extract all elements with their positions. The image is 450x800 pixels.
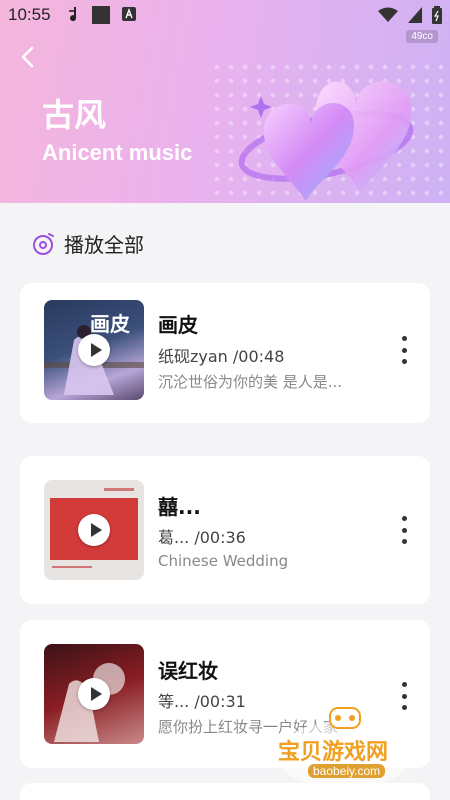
- signal-icon: [408, 7, 422, 28]
- more-options-button[interactable]: [400, 516, 408, 544]
- wifi-icon: [378, 7, 398, 28]
- cover-title-text: 画皮: [90, 312, 130, 336]
- site-watermark: 宝贝游戏网 baobeiy.com: [272, 700, 422, 790]
- page-title: 古风: [42, 96, 107, 134]
- header-banner: 10:55 49co 古风 Anicent music: [0, 0, 450, 203]
- text-a-icon: [122, 6, 136, 26]
- song-lyric: 沉沦世俗为你的美 是人是...: [158, 373, 343, 391]
- page-subtitle: Anicent music: [42, 140, 193, 165]
- play-button[interactable]: [78, 334, 110, 366]
- song-cover: 画皮: [44, 300, 144, 400]
- status-bar: 10:55: [0, 0, 450, 30]
- status-time: 10:55: [8, 5, 51, 24]
- song-title: 囍...: [158, 495, 201, 519]
- dot-icon: [401, 527, 407, 533]
- dot-icon: [401, 347, 407, 353]
- song-card[interactable]: 囍... 葛... /00:36 Chinese Wedding: [20, 456, 430, 604]
- song-meta: 等... /00:31: [158, 692, 246, 711]
- song-description: Chinese Wedding: [158, 552, 289, 570]
- play-all-button[interactable]: 播放全部: [32, 229, 144, 258]
- chevron-left-icon: [21, 46, 34, 68]
- watermark-text: 宝贝游戏网: [278, 740, 389, 765]
- more-options-button[interactable]: [400, 336, 408, 364]
- song-cover: [44, 480, 144, 580]
- dot-icon: [401, 539, 407, 544]
- dot-icon: [401, 359, 407, 364]
- song-title: 误红妆: [158, 659, 218, 683]
- song-meta: 葛... /00:36: [158, 528, 246, 547]
- play-all-label: 播放全部: [64, 233, 144, 257]
- song-title: 画皮: [158, 313, 198, 337]
- hearts-illustration: [238, 81, 414, 201]
- music-note-icon: [66, 6, 82, 29]
- watermark-url: baobeiy.com: [308, 764, 386, 778]
- disc-play-icon: [33, 232, 54, 255]
- play-button[interactable]: [78, 678, 110, 710]
- dot-icon: [401, 516, 407, 521]
- notification-square-icon: [92, 6, 110, 29]
- back-button[interactable]: [14, 44, 40, 70]
- song-meta: 纸砚zyan /00:48: [158, 347, 285, 366]
- dot-icon: [401, 693, 407, 699]
- song-cover: [44, 644, 144, 744]
- dot-icon: [401, 682, 407, 687]
- watermark-badge: 49co: [406, 30, 438, 43]
- battery-icon: [432, 6, 442, 29]
- dot-icon: [401, 336, 407, 341]
- play-button[interactable]: [78, 514, 110, 546]
- song-card[interactable]: 画皮 画皮 纸砚zyan /00:48 沉沦世俗为你的美 是人是...: [20, 283, 430, 423]
